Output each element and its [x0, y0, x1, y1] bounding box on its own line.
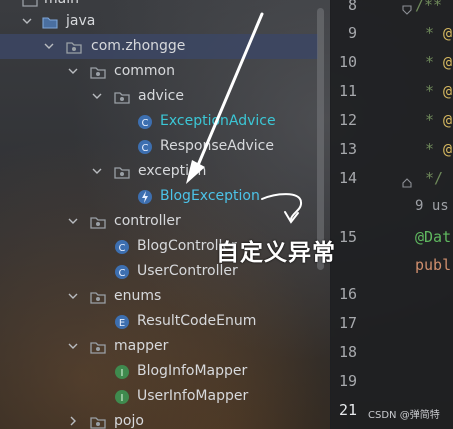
annotation-arrow — [186, 12, 264, 184]
annotation-overlay — [186, 12, 303, 224]
watermark: CSDN @弹简特 — [368, 410, 440, 421]
annotation-label: 自定义异常 — [216, 240, 336, 266]
annotation-curve-arrow — [261, 193, 303, 224]
